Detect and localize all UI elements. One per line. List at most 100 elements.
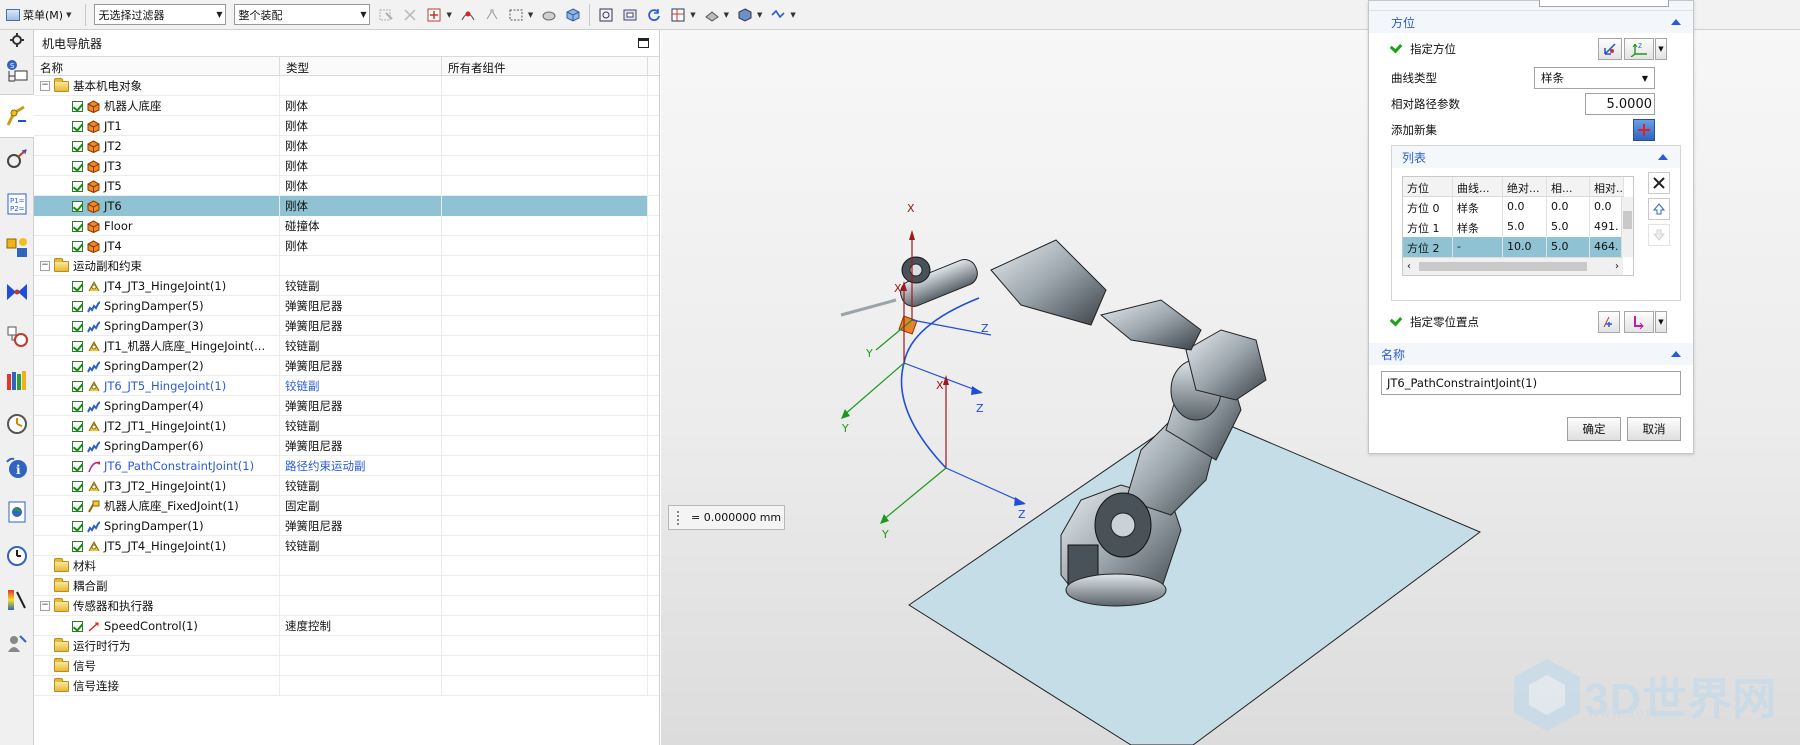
history-icon[interactable] (0, 534, 34, 578)
move-down-icon[interactable] (1648, 224, 1670, 246)
shaded-view-icon[interactable] (539, 5, 559, 25)
tree-toggle-icon[interactable]: − (40, 81, 50, 91)
mechatronics-navigator-icon[interactable] (0, 94, 34, 138)
tree-folder-row[interactable]: 耦合副 (34, 576, 659, 596)
tree-folder-row[interactable]: 运行时行为 (34, 636, 659, 656)
vertical-scrollbar[interactable] (1621, 197, 1633, 257)
visibility-checkbox[interactable] (72, 320, 83, 332)
table-column-header[interactable]: 相对... (1590, 177, 1624, 197)
table-column-header[interactable]: 相... (1547, 177, 1590, 197)
point-dialog-icon[interactable] (1598, 311, 1620, 333)
part-navigator-icon[interactable]: S (0, 50, 34, 94)
cube-icon[interactable] (563, 5, 583, 25)
tree-folder-row[interactable]: 信号 (34, 656, 659, 676)
csys-dialog-icon[interactable]: Z (1624, 38, 1654, 60)
cancel-button[interactable]: 取消 (1627, 417, 1681, 441)
tree-row[interactable]: SpeedControl(1) 速度控制 (34, 616, 659, 636)
render-style-icon[interactable] (702, 5, 722, 25)
ok-button[interactable]: 确定 (1567, 417, 1621, 441)
visibility-checkbox[interactable] (72, 500, 83, 512)
tree-toggle-icon[interactable]: − (40, 601, 50, 611)
tree-row[interactable]: JT1 刚体 (34, 116, 659, 136)
sensor-icon[interactable] (0, 138, 34, 182)
distance-readout[interactable]: = 0.000000 mm (668, 505, 785, 530)
scroll-thumb[interactable] (1419, 262, 1587, 271)
tree-folder-row[interactable]: 材料 (34, 556, 659, 576)
tree-row[interactable]: JT1_机器人底座_HingeJoint(... 铰链副 (34, 336, 659, 356)
collapse-icon[interactable] (1658, 154, 1668, 160)
visibility-checkbox[interactable] (72, 480, 83, 492)
relative-param-input[interactable]: 5.0000 (1585, 93, 1655, 115)
clock-icon[interactable] (0, 402, 34, 446)
visibility-checkbox[interactable] (72, 200, 83, 212)
tree-row[interactable]: JT3_JT2_HingeJoint(1) 铰链副 (34, 476, 659, 496)
orientation-pick-icon[interactable] (1598, 38, 1622, 60)
visibility-checkbox[interactable] (72, 120, 83, 132)
selection-filter-select[interactable]: 无选择过滤器 ▼ (94, 4, 227, 25)
chevron-down-icon[interactable]: ▼ (757, 11, 762, 19)
name-section-header[interactable]: 名称 (1369, 343, 1693, 365)
visibility-checkbox[interactable] (72, 220, 83, 232)
tree-row[interactable]: JT2_JT1_HingeJoint(1) 铰链副 (34, 416, 659, 436)
select-all-icon[interactable] (376, 5, 396, 25)
maximize-icon[interactable] (638, 38, 649, 48)
visibility-checkbox[interactable] (72, 100, 83, 112)
tree-row[interactable]: JT6 刚体 (34, 196, 659, 216)
chevron-down-icon[interactable]: ▼ (690, 11, 695, 19)
table-column-header[interactable]: 绝对... (1503, 177, 1547, 197)
tree-folder-row[interactable]: − 运动副和约束 (34, 256, 659, 276)
tree-row[interactable]: JT5_JT4_HingeJoint(1) 铰链副 (34, 536, 659, 556)
orientation-section-header[interactable]: 方位 (1369, 11, 1693, 33)
list-section-header[interactable]: 列表 (1392, 146, 1680, 168)
tree-row[interactable]: SpringDamper(3) 弹簧阻尼器 (34, 316, 659, 336)
visibility-checkbox[interactable] (72, 300, 83, 312)
name-input[interactable]: JT6_PathConstraintJoint(1) (1381, 371, 1681, 395)
scroll-left-icon[interactable]: ‹ (1407, 261, 1411, 272)
tree-row[interactable]: SpringDamper(1) 弹簧阻尼器 (34, 516, 659, 536)
chevron-down-icon[interactable]: ▼ (724, 11, 729, 19)
snap-grid-icon[interactable] (482, 5, 502, 25)
visibility-checkbox[interactable] (72, 280, 83, 292)
settings-icon[interactable] (0, 30, 34, 50)
tree-row[interactable]: JT3 刚体 (34, 156, 659, 176)
rotate-icon[interactable] (644, 5, 664, 25)
tree-row[interactable]: JT4_JT3_HingeJoint(1) 铰链副 (34, 276, 659, 296)
web-icon[interactable] (0, 490, 34, 534)
assembly-scope-select[interactable]: 整个装配 ▼ (234, 4, 371, 25)
runtime-icon[interactable] (0, 226, 34, 270)
visibility-checkbox[interactable] (72, 440, 83, 452)
color-icon[interactable] (0, 578, 34, 622)
horizontal-scrollbar[interactable]: ‹ › (1403, 257, 1623, 275)
zoom-icon[interactable] (620, 5, 640, 25)
box-select-icon[interactable] (506, 5, 526, 25)
fit-view-icon[interactable] (596, 5, 616, 25)
table-row[interactable]: 方位 1 样条 5.0 5.0 491. (1403, 217, 1633, 237)
tree-folder-row[interactable]: − 传感器和执行器 (34, 596, 659, 616)
tree-row[interactable]: JT6_JT5_HingeJoint(1) 铰链副 (34, 376, 659, 396)
tree-row[interactable]: JT4 刚体 (34, 236, 659, 256)
tree-row[interactable]: SpringDamper(6) 弹簧阻尼器 (34, 436, 659, 456)
visibility-checkbox[interactable] (72, 460, 83, 472)
parameter-icon[interactable]: P1= P2= (0, 182, 34, 226)
chevron-down-icon[interactable]: ▼ (528, 11, 533, 19)
column-header-owner[interactable]: 所有者组件 (442, 57, 648, 75)
table-column-header[interactable]: 方位 (1403, 177, 1453, 197)
table-column-header[interactable]: 曲线... (1453, 177, 1503, 197)
visibility-checkbox[interactable] (72, 340, 83, 352)
add-new-set-button[interactable] (1633, 119, 1655, 141)
previous-field-tail[interactable] (1539, 0, 1669, 7)
drag-handle-icon[interactable] (677, 510, 681, 525)
tree-row[interactable]: JT6_PathConstraintJoint(1) 路径约束运动副 (34, 456, 659, 476)
point-on-curve-icon[interactable] (458, 5, 478, 25)
tree-row[interactable]: JT2 刚体 (34, 136, 659, 156)
orient-view-icon[interactable] (668, 5, 688, 25)
tree-row[interactable]: JT5 刚体 (34, 176, 659, 196)
assembly-icon[interactable] (0, 270, 34, 314)
library-icon[interactable] (0, 358, 34, 402)
visibility-checkbox[interactable] (72, 620, 83, 632)
visibility-checkbox[interactable] (72, 360, 83, 372)
visibility-checkbox[interactable] (72, 140, 83, 152)
tree-row[interactable]: SpringDamper(2) 弹簧阻尼器 (34, 356, 659, 376)
move-up-icon[interactable] (1648, 198, 1670, 220)
chevron-down-icon[interactable]: ▼ (1655, 311, 1667, 333)
